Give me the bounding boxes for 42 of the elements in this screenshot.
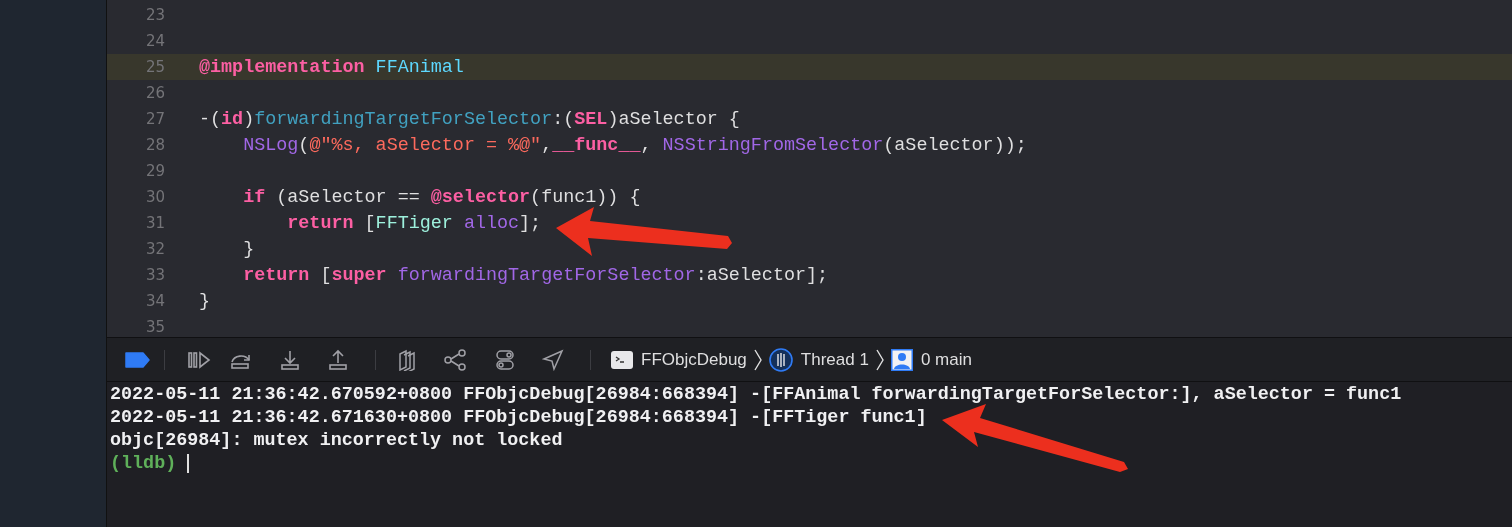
code-line: return [super forwardingTargetForSelector:aSelector]; [242,264,829,286]
line-number: 30 [144,188,165,206]
code-line: return [FFTiger alloc]; [286,212,542,234]
step-out-icon[interactable] [327,348,349,371]
line-number: 31 [144,214,165,232]
breadcrumb-item[interactable]: Thread 1 [800,349,869,370]
line-number: 25 [144,58,165,76]
lldb-prompt: (lldb) [110,453,177,474]
line-number: 34 [144,292,165,310]
user-frame-icon [890,348,913,371]
chevron-icon [752,348,763,371]
terminal-icon [611,349,633,370]
line-number: 23 [144,6,165,24]
line-number: 27 [144,110,165,128]
code-line: NSLog(@"%s, aSelector = %@",__func__, NSStringFromSelector(aSelector)); [242,134,1027,156]
code-line: -(id)forwardingTargetForSelector:(SEL)aSelector { [199,108,740,130]
line-number: 33 [144,266,165,284]
thread-icon [768,347,793,372]
memory-graph-icon[interactable] [444,348,468,371]
console-output-line: 2022-05-11 21:36:42.671630+0800 FFObjcDebug[26984:668394] -[FFTiger func1] [110,406,928,429]
code-line: } [199,290,211,312]
breadcrumb-item[interactable]: FFObjcDebug [641,349,747,370]
code-line: @implementation FFAnimal [199,56,464,78]
continue-icon[interactable] [187,349,211,370]
code-line: } [242,238,255,260]
location-arrow-icon[interactable] [542,348,564,371]
step-into-icon[interactable] [279,348,301,371]
code-line: if (aSelector == @selector(func1)) { [242,186,641,208]
text-cursor [187,454,189,473]
line-number: 29 [144,162,165,180]
line-number: 28 [144,136,165,154]
line-number: 26 [144,84,165,102]
console-output-line: objc[26984]: mutex incorrectly not locked [110,429,564,452]
toggle-switches-icon[interactable] [494,348,516,371]
line-number: 35 [144,318,165,336]
view-hierarchy-icon[interactable] [398,348,418,371]
console-output-line: 2022-05-11 21:36:42.670592+0800 FFObjcDebug[26984:668394] -[FFAnimal forwardingTargetForSelector:], aSelector = func1 [110,383,1403,406]
chevron-icon [874,348,885,371]
line-number: 32 [144,240,165,258]
breakpoints-toggle[interactable] [124,351,150,368]
breadcrumb-item[interactable]: 0 main [920,349,972,370]
line-number: 24 [144,32,165,50]
